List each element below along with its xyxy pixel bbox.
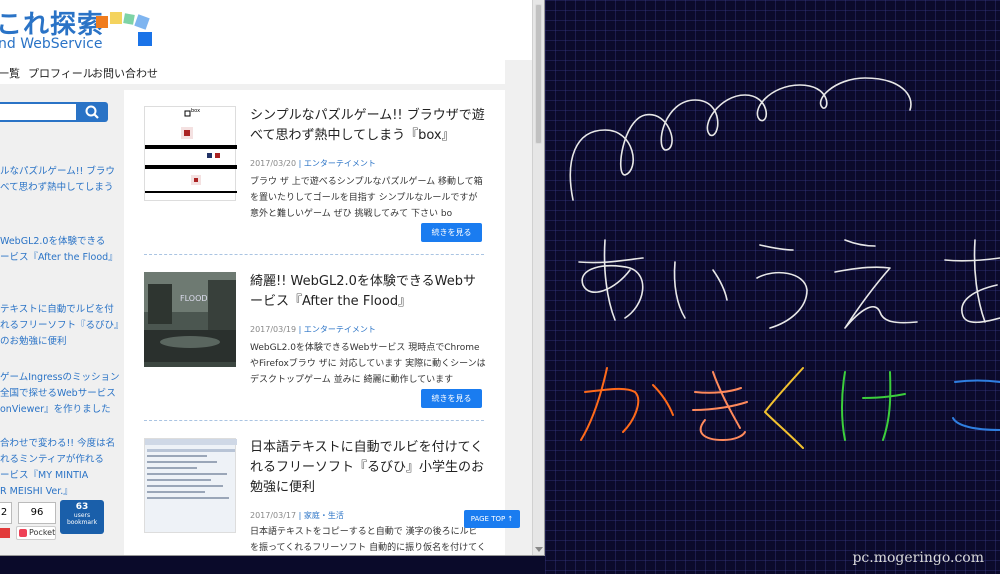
nav-item-list[interactable]: 一覧 <box>0 65 20 81</box>
post-meta: 2017/03/20 | エンターテイメント <box>250 158 376 169</box>
share-button[interactable] <box>0 528 10 538</box>
post-divider <box>144 420 484 421</box>
post-excerpt: ブラウ ザ 上で遊べるシンプルなパズルゲーム 移動して箱を置いたりしてゴールを目… <box>250 177 483 219</box>
share-count: 96 <box>18 502 56 524</box>
pocket-label: Pocket <box>29 528 56 537</box>
post-title[interactable]: 日本語テキストに自動でルビを付けてくれるフリーソフト『るびひ』小学生のお勉強に便… <box>250 438 486 498</box>
post-meta: 2017/03/17 | 家庭・生活 <box>250 510 344 521</box>
pocket-icon <box>19 529 27 537</box>
post-date: 2017/03/20 <box>250 159 297 168</box>
sidebar-link[interactable]: れるミンティアが作れる <box>0 452 104 468</box>
main-content: box シンプルなパズルゲーム!! ブラウザで遊べて思わず熱中してしまう『box… <box>124 90 505 555</box>
sidebar-link[interactable]: onViewer』を作りました <box>0 402 111 418</box>
vertical-scrollbar[interactable] <box>532 0 544 555</box>
loop-stroke <box>569 77 912 201</box>
post-card: 日本語テキストに自動でルビを付けてくれるフリーソフト『るびひ』小学生のお勉強に便… <box>144 438 489 555</box>
hatena-bookmark-button[interactable]: 63 users bookmark <box>60 500 104 534</box>
sidebar-link[interactable]: WebGL2.0を体験できる <box>0 234 105 250</box>
hatena-users: users <box>73 512 91 519</box>
post-thumbnail[interactable]: FLOOD <box>144 272 236 367</box>
post-date: 2017/03/17 <box>250 511 297 520</box>
char-a-stroke <box>578 239 644 321</box>
page-top-button[interactable]: PAGE TOP ↑ <box>464 510 520 528</box>
nav-item-profile[interactable]: プロフィール <box>28 65 94 81</box>
share-count: 2 <box>0 502 12 524</box>
search-input[interactable] <box>0 102 78 122</box>
read-more-button[interactable]: 続きを見る <box>421 223 482 242</box>
thumb-label: box <box>191 108 201 114</box>
browser-window: これ探索 nd WebService 一覧 プロフィール お問い合わせ ルなパズ… <box>0 0 545 556</box>
flood-scene-thumbnail <box>144 272 236 362</box>
char-ki-stroke <box>692 371 748 441</box>
read-more-button[interactable]: 続きを見る <box>421 389 482 408</box>
software-window-thumbnail <box>145 439 237 499</box>
post-divider <box>144 254 484 255</box>
sidebar: ルなパズルゲーム!! ブラウ べて思わず熱中してしまう WebGL2.0を体験で… <box>0 90 124 555</box>
sidebar-link[interactable]: ービス『MY MINTIA <box>0 468 88 484</box>
char-i-stroke <box>673 261 728 319</box>
sidebar-link[interactable]: べて思わず熱中してしまう <box>0 180 113 196</box>
handwriting-strokes <box>569 77 1000 449</box>
post-meta: 2017/03/19 | エンターテイメント <box>250 324 376 335</box>
char-ko-stroke <box>952 379 1000 431</box>
post-category[interactable]: エンターテイメント <box>304 325 376 334</box>
sidebar-link[interactable]: 全国で探せるWebサービス <box>0 386 116 402</box>
sidebar-link[interactable]: ゲームIngressのミッション <box>0 370 120 386</box>
sidebar-link[interactable]: ルなパズルゲーム!! ブラウ <box>0 164 115 180</box>
box-game-thumbnail <box>145 110 237 193</box>
post-thumbnail[interactable]: box <box>144 106 237 201</box>
post-card: FLOOD 綺麗!! WebGL2.0を体験できるWebサービス『After t… <box>144 272 489 412</box>
drawing-canvas[interactable]: pc.mogeringo.com <box>545 0 1000 574</box>
sidebar-link[interactable]: のお勉強に便利 <box>0 334 67 350</box>
thumb-label: FLOOD <box>180 294 208 303</box>
char-u-stroke <box>756 244 808 329</box>
post-category[interactable]: エンターテイメント <box>304 159 376 168</box>
screen: これ探索 nd WebService 一覧 プロフィール お問い合わせ ルなパズ… <box>0 0 1000 574</box>
site-logo-subtitle: nd WebService <box>0 36 103 52</box>
scrollbar-thumb[interactable] <box>535 4 542 144</box>
search-button[interactable] <box>78 102 108 122</box>
sidebar-link[interactable]: れるフリーソフト『るびひ』 <box>0 318 124 334</box>
post-excerpt: WebGL2.0を体験できるWebサービス 現時点でChromeやFirefox… <box>250 343 486 385</box>
char-ku-stroke <box>764 367 804 449</box>
char-o-stroke <box>944 239 1000 324</box>
logo-blocks-icon <box>96 8 166 52</box>
hatena-label: bookmark <box>66 519 98 526</box>
char-e-stroke <box>834 239 918 329</box>
post-card: box シンプルなパズルゲーム!! ブラウザで遊べて思わず熱中してしまう『box… <box>144 106 489 246</box>
post-category[interactable]: 家庭・生活 <box>304 511 344 520</box>
char-ka-stroke <box>580 367 674 441</box>
sidebar-link[interactable]: ービス『After the Flood』 <box>0 250 118 266</box>
post-thumbnail[interactable] <box>144 438 237 533</box>
watermark: pc.mogeringo.com <box>852 550 984 566</box>
sidebar-link[interactable]: テキストに自動でルビを付 <box>0 302 114 318</box>
global-nav: 一覧 プロフィール お問い合わせ <box>0 60 505 84</box>
search-icon <box>85 105 99 119</box>
pocket-button[interactable]: Pocket <box>16 526 56 540</box>
sidebar-link[interactable]: 合わせで変わる!! 今度は名 <box>0 436 115 452</box>
hatena-count: 63 <box>75 502 89 512</box>
post-date: 2017/03/19 <box>250 325 297 334</box>
scroll-down-icon[interactable] <box>535 547 543 552</box>
post-title[interactable]: シンプルなパズルゲーム!! ブラウザで遊べて思わず熱中してしまう『box』 <box>250 106 486 146</box>
post-title[interactable]: 綺麗!! WebGL2.0を体験できるWebサービス『After the Flo… <box>250 272 486 312</box>
post-excerpt: 日本語テキストをコピーすると自動で 漢字の後ろにルビを振ってくれるフリーソフト … <box>250 527 486 553</box>
site-header: これ探索 nd WebService <box>0 0 533 60</box>
nav-item-contact[interactable]: お問い合わせ <box>92 65 158 81</box>
char-ke-stroke <box>841 371 906 441</box>
